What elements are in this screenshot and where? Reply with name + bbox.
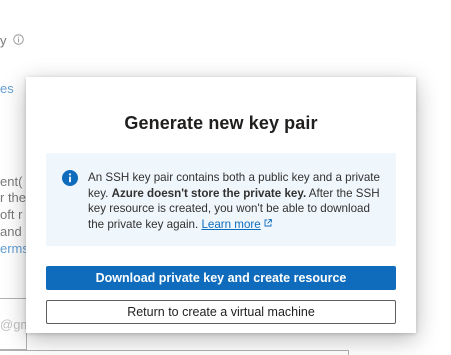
generate-key-pair-dialog: Generate new key pair An SSH key pair co…: [26, 77, 416, 333]
info-text-warning: Azure doesn't store the private key.: [111, 186, 307, 200]
learn-more-label: Learn more: [201, 217, 261, 231]
info-message-bar: An SSH key pair contains both a public k…: [46, 153, 396, 246]
learn-more-link[interactable]: Learn more: [201, 217, 272, 231]
info-message-text: An SSH key pair contains both a public k…: [88, 170, 388, 232]
dialog-title: Generate new key pair: [124, 113, 318, 133]
info-icon: [62, 170, 78, 186]
external-link-icon: [264, 218, 272, 227]
download-private-key-button[interactable]: Download private key and create resource: [46, 266, 396, 290]
return-to-create-vm-button[interactable]: Return to create a virtual machine: [46, 300, 396, 324]
